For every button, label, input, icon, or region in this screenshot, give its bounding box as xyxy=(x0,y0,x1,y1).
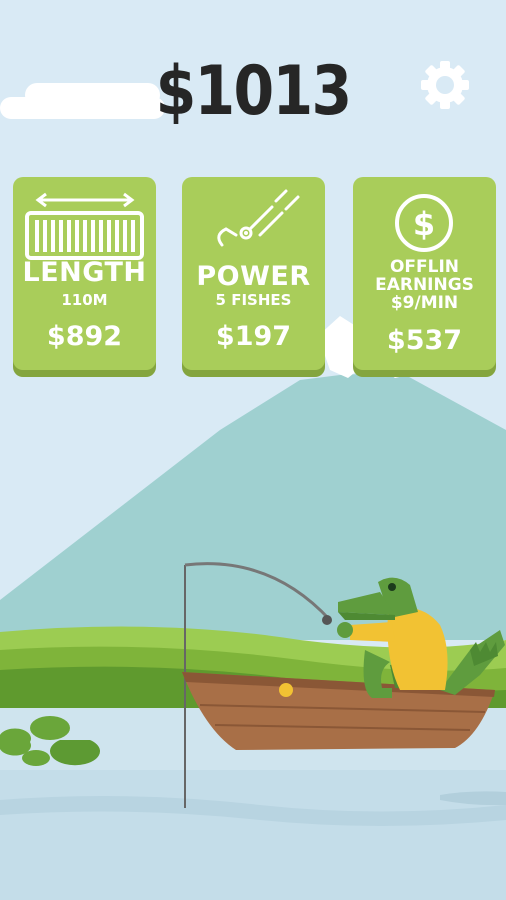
rope-length-icon xyxy=(25,192,144,260)
upgrade-offline-price: $537 xyxy=(386,325,463,356)
background-scene xyxy=(0,0,506,900)
game-screen[interactable]: $1013 LENGTH 110M $892 POWER 5 FISHES $1… xyxy=(0,0,506,900)
money-counter: $1013 xyxy=(155,52,353,131)
upgrade-offline-title-line2: EARNINGS xyxy=(375,275,474,295)
upgrade-length-title: LENGTH xyxy=(22,257,147,288)
upgrade-offline-title-line1: OFFLIN xyxy=(389,257,460,277)
upgrade-offline-detail: $9/MIN xyxy=(390,293,459,313)
gear-icon[interactable] xyxy=(418,58,472,112)
yellow-ball xyxy=(279,683,293,697)
upgrade-power-title: POWER xyxy=(196,261,311,292)
dollar-coin-icon: $ xyxy=(395,194,453,252)
upgrade-length-button[interactable]: LENGTH 110M $892 xyxy=(13,177,156,370)
upgrade-power-button[interactable]: POWER 5 FISHES $197 xyxy=(182,177,325,370)
upgrade-power-price: $197 xyxy=(215,321,292,352)
upgrade-offline-earnings-button[interactable]: $ OFFLIN EARNINGS $9/MIN $537 xyxy=(353,177,496,370)
upgrade-power-detail: 5 FISHES xyxy=(215,291,292,309)
fishing-hook-icon xyxy=(217,189,300,247)
svg-text:$: $ xyxy=(413,205,435,243)
upgrade-length-price: $892 xyxy=(46,321,123,352)
upgrade-length-detail: 110M xyxy=(61,291,108,309)
